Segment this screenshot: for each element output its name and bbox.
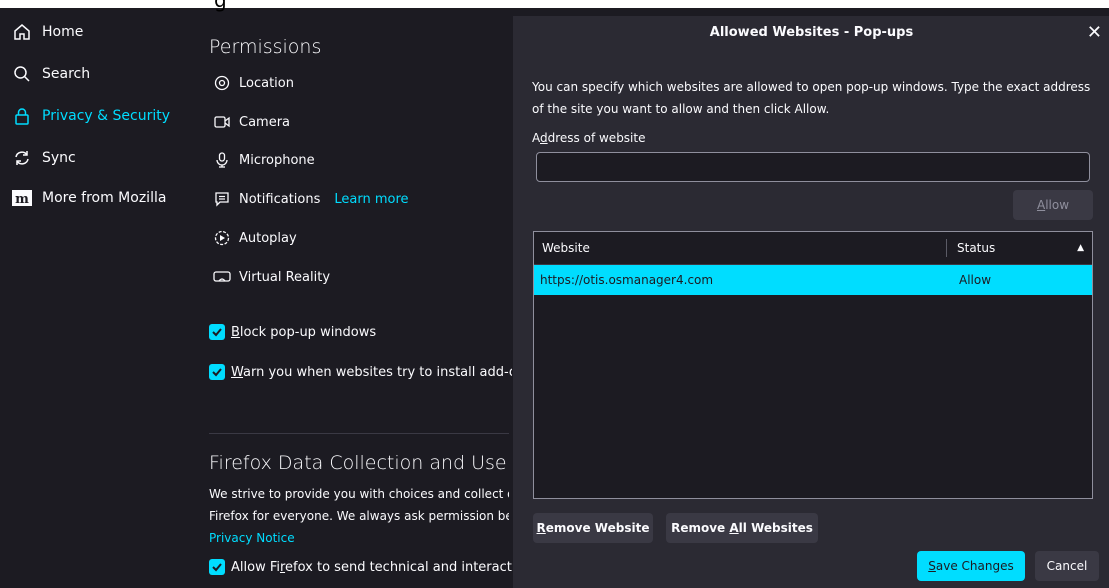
allow-telemetry-label: Allow Firefox to send technical and inte… [231, 559, 553, 575]
sidebar: Home Search Privacy & Security Sync m Mo… [0, 8, 180, 588]
notification-icon [213, 190, 231, 208]
permission-label: Location [239, 75, 294, 91]
allow-button[interactable]: Allow [1013, 190, 1093, 220]
allow-telemetry-checkbox[interactable]: Allow Firefox to send technical and inte… [209, 559, 552, 575]
top-strip: g [0, 0, 1109, 12]
svg-text:m: m [15, 192, 29, 207]
permission-label: Notifications [239, 191, 321, 207]
permission-label: Autoplay [239, 230, 297, 246]
column-header-status[interactable]: Status ▲ [947, 241, 1092, 255]
data-collection-line-1: We strive to provide you with choices an… [209, 487, 509, 501]
permission-label: Virtual Reality [239, 269, 331, 285]
home-icon [12, 22, 32, 42]
block-popups-checkbox[interactable]: Block pop-up windows [209, 324, 376, 340]
checkmark-icon [209, 559, 225, 575]
sync-icon [12, 148, 32, 168]
microphone-icon [213, 151, 231, 169]
cancel-button[interactable]: Cancel [1035, 551, 1099, 581]
remove-all-websites-button[interactable]: Remove All Websites [666, 513, 818, 543]
sidebar-item-label: Privacy & Security [42, 108, 170, 124]
mozilla-icon: m [12, 188, 32, 208]
address-label: Address of website [532, 131, 646, 145]
sidebar-item-label: More from Mozilla [42, 190, 167, 206]
lock-icon [12, 106, 32, 126]
sidebar-item-mozilla[interactable]: m More from Mozilla [12, 188, 166, 208]
checkmark-icon [209, 364, 225, 380]
website-cell: https://otis.osmanager4.com [540, 273, 714, 287]
data-collection-line-2: Firefox for everyone. We always ask perm… [209, 509, 509, 523]
section-divider [209, 433, 509, 434]
settings-main: Permissions Location Camera Microphone N… [180, 8, 552, 588]
sidebar-item-privacy[interactable]: Privacy & Security [12, 106, 170, 126]
privacy-notice-link[interactable]: Privacy Notice [209, 531, 295, 545]
location-icon [213, 74, 231, 92]
permission-microphone[interactable]: Microphone [213, 151, 315, 169]
websites-table: Website Status ▲ https://otis.osmanager4… [533, 231, 1093, 499]
status-header-label: Status [957, 241, 996, 255]
vr-icon [213, 268, 231, 286]
address-input[interactable] [536, 152, 1090, 182]
table-header: Website Status ▲ [534, 232, 1092, 265]
sidebar-item-sync[interactable]: Sync [12, 148, 76, 168]
sidebar-item-label: Home [42, 24, 84, 40]
sidebar-item-home[interactable]: Home [12, 22, 83, 42]
autoplay-icon [213, 229, 231, 247]
close-icon[interactable]: ✕ [1087, 22, 1102, 43]
permissions-title: Permissions [209, 36, 322, 58]
sidebar-item-label: Sync [42, 150, 76, 166]
sidebar-item-label: Search [42, 66, 91, 82]
data-collection-title: Firefox Data Collection and Use [209, 452, 507, 474]
warn-addons-label: Warn you when websites try to install ad… [231, 364, 532, 380]
permission-label: Camera [239, 114, 291, 130]
checkmark-icon [209, 324, 225, 340]
permission-autoplay[interactable]: Autoplay [213, 229, 297, 247]
allowed-websites-dialog: Allowed Websites - Pop-ups ✕ You can spe… [512, 16, 1109, 588]
column-header-website[interactable]: Website [534, 239, 947, 257]
save-changes-button[interactable]: Save Changes [917, 551, 1025, 581]
dialog-description: You can specify which websites are allow… [532, 80, 1091, 116]
learn-more-link[interactable]: Learn more [334, 192, 408, 207]
permission-virtual-reality[interactable]: Virtual Reality [213, 268, 330, 286]
permission-notifications[interactable]: Notifications Learn more [213, 190, 409, 208]
sidebar-item-search[interactable]: Search [12, 64, 90, 84]
warn-addons-checkbox[interactable]: Warn you when websites try to install ad… [209, 364, 532, 380]
sort-ascending-icon: ▲ [1077, 243, 1084, 253]
remove-website-button[interactable]: Remove Website [533, 513, 653, 543]
permission-label: Microphone [239, 152, 315, 168]
dialog-title: Allowed Websites - Pop-ups [709, 24, 914, 40]
camera-icon [213, 113, 231, 131]
search-icon [12, 64, 32, 84]
permission-camera[interactable]: Camera [213, 113, 290, 131]
permission-location[interactable]: Location [213, 74, 294, 92]
block-popups-label: Block pop-up windows [231, 324, 377, 340]
table-row[interactable]: https://otis.osmanager4.com Allow [534, 265, 1092, 295]
status-cell: Allow [959, 273, 992, 287]
